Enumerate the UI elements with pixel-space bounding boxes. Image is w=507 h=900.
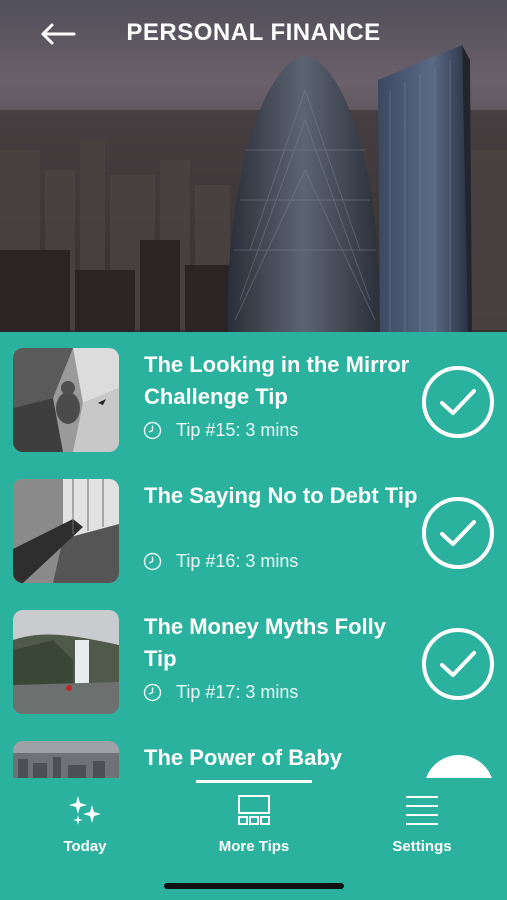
tip-duration: Tip #16: 3 mins	[176, 551, 299, 571]
completed-check-button[interactable]	[422, 366, 494, 438]
tip-thumbnail	[13, 741, 119, 778]
checkmark-icon	[440, 520, 476, 546]
tip-title: The Power of Baby	[144, 745, 343, 770]
page-title: PERSONAL FINANCE	[126, 19, 381, 46]
tip-meta: Tip #15: 3 mins	[143, 420, 298, 441]
tip-title: The Saying No to Debt Tip	[144, 483, 418, 508]
list-item[interactable]: The Saying No to Debt Tip Tip #16: 3 min…	[0, 463, 507, 594]
list-item[interactable]: The Power of Baby	[0, 725, 507, 778]
tip-title: The Looking in the Mirror Challenge Tip	[144, 352, 410, 409]
tip-duration: Tip #17: 3 mins	[176, 682, 299, 702]
grid-layout-icon	[237, 790, 271, 830]
tab-settings[interactable]: Settings	[352, 790, 492, 860]
tip-title: The Money Myths Folly Tip	[144, 614, 387, 671]
tab-label: More Tips	[218, 838, 290, 855]
list-item[interactable]: The Money Myths Folly Tip Tip #17: 3 min…	[0, 594, 507, 725]
sparkles-icon	[68, 790, 102, 830]
tip-thumbnail	[13, 479, 119, 583]
active-tab-indicator	[196, 780, 312, 783]
completed-check-button[interactable]	[422, 497, 494, 569]
bottom-tab-bar: Today More Tips Settings	[0, 778, 507, 900]
checkmark-icon	[440, 651, 476, 677]
clock-icon	[143, 552, 162, 571]
tip-meta: Tip #17: 3 mins	[143, 682, 298, 703]
tip-meta: Tip #16: 3 mins	[143, 551, 298, 572]
tips-list: The Looking in the Mirror Challenge Tip …	[0, 332, 507, 778]
tip-thumbnail	[13, 610, 119, 714]
clock-icon	[143, 421, 162, 440]
tab-today[interactable]: Today	[15, 790, 155, 860]
completed-check-button[interactable]	[424, 755, 494, 778]
hero-image: PERSONAL FINANCE	[0, 0, 507, 332]
menu-icon	[405, 790, 439, 830]
app-header: PERSONAL FINANCE	[0, 0, 507, 70]
back-button[interactable]	[38, 18, 78, 50]
checkmark-icon	[440, 389, 476, 415]
tab-label: Today	[63, 838, 107, 855]
tip-duration: Tip #15: 3 mins	[176, 420, 299, 440]
tab-label: Settings	[392, 838, 452, 855]
clock-icon	[143, 683, 162, 702]
tab-more-tips[interactable]: More Tips	[184, 790, 324, 860]
list-item[interactable]: The Looking in the Mirror Challenge Tip …	[0, 332, 507, 463]
tip-thumbnail	[13, 348, 119, 452]
completed-check-button[interactable]	[422, 628, 494, 700]
arrow-left-icon	[41, 23, 76, 45]
home-indicator[interactable]	[164, 883, 344, 889]
